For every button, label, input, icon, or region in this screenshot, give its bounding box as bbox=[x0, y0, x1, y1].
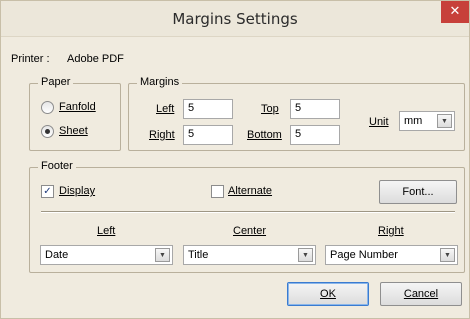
unit-select-value: mm bbox=[404, 115, 423, 127]
printer-label: Printer : bbox=[11, 53, 50, 65]
footer-divider bbox=[41, 211, 455, 213]
top-margin-input[interactable]: 5 bbox=[290, 99, 340, 119]
fanfold-hotkey: Fanfold bbox=[59, 101, 96, 113]
chevron-down-icon[interactable]: ▼ bbox=[298, 248, 313, 262]
alternate-label[interactable]: Alternate bbox=[228, 185, 272, 197]
chevron-down-icon[interactable]: ▼ bbox=[155, 248, 170, 262]
footer-center-value: Title bbox=[188, 249, 209, 261]
footer-center-header: Center bbox=[233, 225, 266, 237]
left-margin-label: Left bbox=[156, 103, 174, 115]
ok-button-label: OK bbox=[320, 288, 336, 300]
footer-center-header-text: Center bbox=[233, 225, 267, 237]
printer-name: Adobe PDF bbox=[67, 53, 124, 65]
display-checkbox-icon[interactable]: ✓ bbox=[41, 185, 54, 198]
paper-legend: Paper bbox=[38, 76, 74, 88]
margins-settings-dialog: Margins Settings ✕ Printer : Adobe PDF P… bbox=[0, 0, 470, 319]
chevron-down-icon[interactable]: ▼ bbox=[440, 248, 455, 262]
footer-right-header-text: Right bbox=[378, 225, 404, 237]
cancel-button-label: Cancel bbox=[403, 288, 439, 300]
footer-right-header: Right bbox=[378, 225, 404, 237]
close-icon[interactable]: ✕ bbox=[441, 1, 469, 23]
fanfold-radio-icon[interactable] bbox=[41, 101, 54, 114]
left-margin-label-text: Left bbox=[156, 103, 175, 115]
bottom-margin-label-text: Bottom bbox=[247, 129, 282, 141]
alternate-checkbox-icon[interactable] bbox=[211, 185, 224, 198]
sheet-radio-icon[interactable] bbox=[41, 125, 54, 138]
chevron-down-icon[interactable]: ▼ bbox=[437, 114, 452, 128]
footer-left-value: Date bbox=[45, 249, 69, 261]
cancel-button[interactable]: Cancel bbox=[380, 282, 462, 306]
footer-left-header-text: Left bbox=[97, 225, 116, 237]
ok-button[interactable]: OK bbox=[287, 282, 369, 306]
footer-center-select[interactable]: Title ▼ bbox=[183, 245, 316, 265]
font-button[interactable]: Font... bbox=[379, 180, 457, 204]
footer-right-select[interactable]: Page Number ▼ bbox=[325, 245, 458, 265]
left-margin-input[interactable]: 5 bbox=[183, 99, 233, 119]
paper-group: Paper bbox=[29, 76, 121, 151]
right-margin-label: Right bbox=[149, 129, 175, 141]
unit-label: Unit bbox=[369, 116, 389, 128]
sheet-hotkey: Sheet bbox=[59, 125, 88, 137]
display-label-text: Display bbox=[59, 185, 96, 197]
bottom-margin-input[interactable]: 5 bbox=[290, 125, 340, 145]
right-margin-label-text: Right bbox=[149, 129, 175, 141]
window-title: Margins Settings bbox=[172, 10, 298, 28]
fanfold-label[interactable]: Fanfold bbox=[59, 101, 96, 113]
right-margin-input[interactable]: 5 bbox=[183, 125, 233, 145]
unit-label-text: Unit bbox=[369, 116, 389, 128]
alternate-label-text: Alternate bbox=[228, 185, 273, 197]
display-label[interactable]: Display bbox=[59, 185, 95, 197]
footer-legend: Footer bbox=[38, 160, 76, 172]
top-margin-label: Top bbox=[261, 103, 279, 115]
title-bar[interactable]: Margins Settings ✕ bbox=[1, 1, 469, 37]
footer-left-header: Left bbox=[97, 225, 115, 237]
bottom-margin-label: Bottom bbox=[247, 129, 282, 141]
footer-right-value: Page Number bbox=[330, 249, 398, 261]
margins-legend: Margins bbox=[137, 76, 183, 88]
unit-select[interactable]: mm ▼ bbox=[399, 111, 455, 131]
footer-left-select[interactable]: Date ▼ bbox=[40, 245, 173, 265]
top-margin-label-text: Top bbox=[261, 103, 279, 115]
sheet-label[interactable]: Sheet bbox=[59, 125, 88, 137]
